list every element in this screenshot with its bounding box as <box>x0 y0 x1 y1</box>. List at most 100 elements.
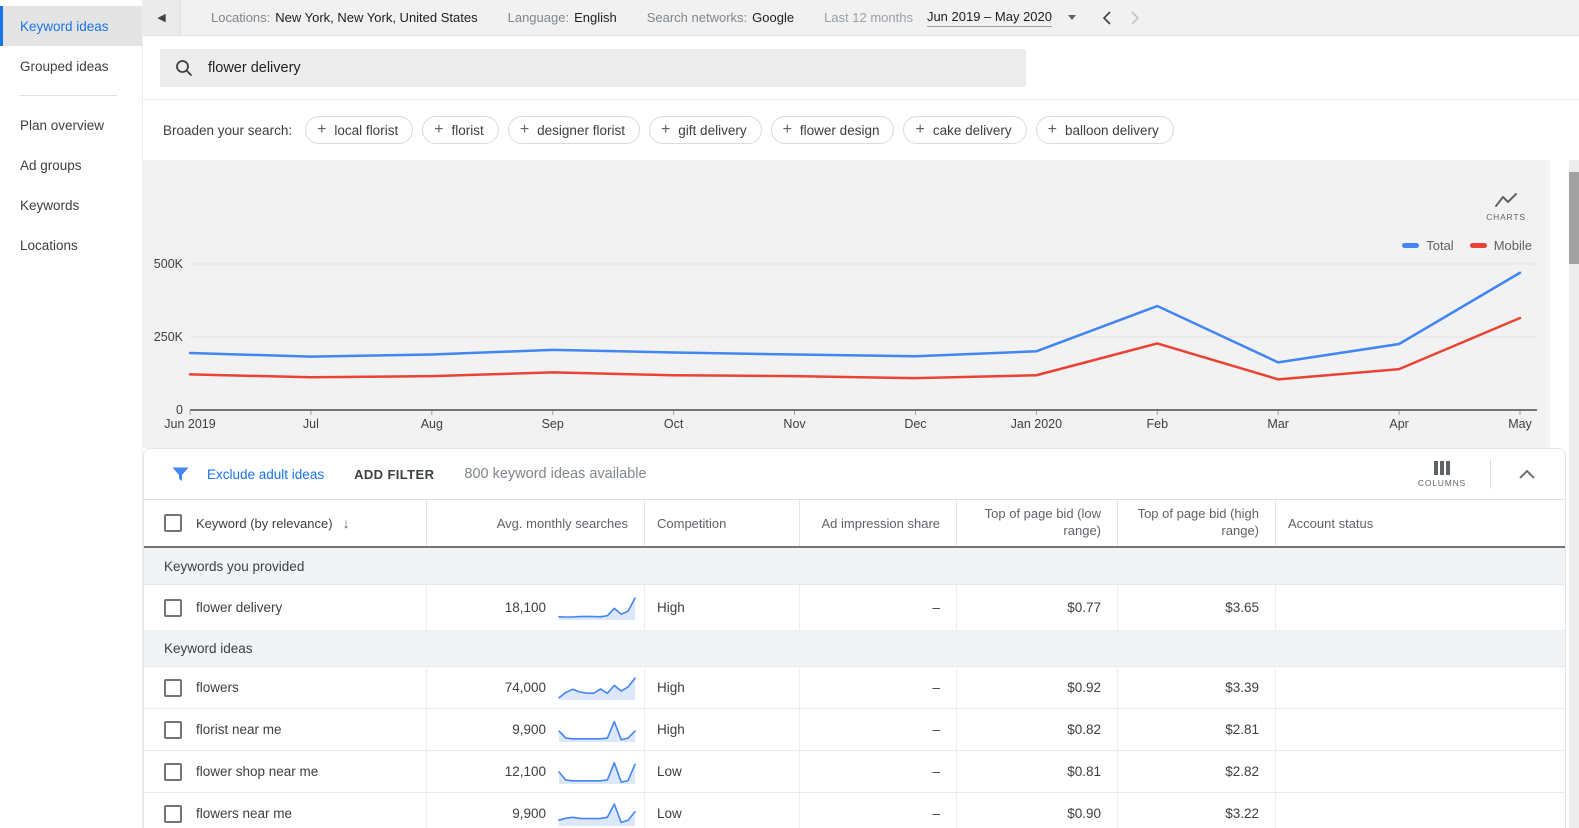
trend-sparkline <box>557 594 637 622</box>
date-range-control: Last 12 months Jun 2019 – May 2020 <box>824 9 1140 27</box>
table-row[interactable]: flowers near me 9,900 Low – $0.90 $3.22 <box>144 793 1565 828</box>
locations-label: Locations: <box>211 10 270 25</box>
trend-sparkline <box>557 758 637 786</box>
columns-icon <box>1433 461 1451 475</box>
sidebar-item-label: Keywords <box>20 198 79 213</box>
row-checkbox[interactable] <box>164 805 182 823</box>
column-header-top-of-page-bid-low[interactable]: Top of page bid (low range) <box>957 500 1118 546</box>
avg-searches-value: 74,000 <box>505 680 546 695</box>
keyword-results-card: Exclude adult ideas ADD FILTER 800 keywo… <box>143 448 1566 828</box>
sidebar-item-label: Grouped ideas <box>20 59 109 74</box>
column-header-keyword[interactable]: Keyword (by relevance) ↓ <box>144 500 427 546</box>
filter-bar: Exclude adult ideas ADD FILTER 800 keywo… <box>144 449 1565 500</box>
row-checkbox[interactable] <box>164 763 182 781</box>
column-header-competition[interactable]: Competition <box>645 500 800 546</box>
sort-descending-icon: ↓ <box>343 515 350 531</box>
keyword-cell: flower shop near me <box>144 751 427 792</box>
svg-text:0: 0 <box>176 403 183 417</box>
section-header-keyword-ideas: Keyword ideas <box>144 631 1565 667</box>
svg-text:250K: 250K <box>154 330 184 344</box>
table-row[interactable]: flower delivery 18,100 High – $0.77 $3.6… <box>144 585 1565 631</box>
previous-period-button[interactable] <box>1102 11 1112 25</box>
ad-impression-share-cell: – <box>800 585 957 630</box>
account-status-cell <box>1276 667 1565 708</box>
plus-icon: + <box>1048 122 1057 138</box>
sidebar-item-locations[interactable]: Locations <box>0 225 142 265</box>
sidebar-item-label: Ad groups <box>20 158 82 173</box>
broaden-chip-local-florist[interactable]: +local florist <box>305 116 413 144</box>
language-label: Language: <box>508 10 569 25</box>
plus-icon: + <box>915 122 924 138</box>
collapse-table-button[interactable] <box>1515 466 1539 483</box>
scrollbar-thumb[interactable] <box>1569 172 1579 264</box>
locations-setting[interactable]: Locations: New York, New York, United St… <box>211 10 478 25</box>
add-filter-button[interactable]: ADD FILTER <box>354 467 434 482</box>
columns-button-label: COLUMNS <box>1418 478 1466 488</box>
plus-icon: + <box>520 122 529 138</box>
back-button[interactable]: ◀ <box>143 0 181 35</box>
chip-label: flower design <box>800 123 880 138</box>
plus-icon: + <box>661 122 670 138</box>
competition-cell: High <box>645 667 800 708</box>
svg-text:500K: 500K <box>154 257 184 271</box>
avg-monthly-searches-cell: 12,100 <box>427 751 645 792</box>
svg-text:May: May <box>1508 417 1532 431</box>
plus-icon: + <box>317 122 326 138</box>
top-of-page-bid-low-cell: $0.77 <box>957 585 1118 630</box>
date-range-dropdown[interactable]: Jun 2019 – May 2020 <box>927 9 1052 27</box>
table-row[interactable]: florist near me 9,900 High – $0.82 $2.81 <box>144 709 1565 751</box>
plus-icon: + <box>434 122 443 138</box>
table-row[interactable]: flowers 74,000 High – $0.92 $3.39 <box>144 667 1565 709</box>
language-setting[interactable]: Language: English <box>508 10 617 25</box>
broaden-chip-flower-design[interactable]: + flower design <box>771 116 895 144</box>
competition-cell: High <box>645 585 800 630</box>
table-row[interactable]: flower shop near me 12,100 Low – $0.81 $… <box>144 751 1565 793</box>
chip-label: florist <box>452 123 484 138</box>
column-header-top-of-page-bid-high[interactable]: Top of page bid (high range) <box>1118 500 1276 546</box>
column-header-label: Top of page bid (low range) <box>975 506 1101 540</box>
sidebar-item-keyword-ideas[interactable]: Keyword ideas <box>0 6 142 46</box>
search-box[interactable] <box>160 49 1026 87</box>
top-of-page-bid-high-cell: $2.81 <box>1118 709 1276 750</box>
sidebar-item-ad-groups[interactable]: Ad groups <box>0 145 142 185</box>
row-checkbox[interactable] <box>164 721 182 739</box>
broaden-search-label: Broaden your search: <box>163 123 292 138</box>
ad-impression-share-cell: – <box>800 667 957 708</box>
avg-monthly-searches-cell: 74,000 <box>427 667 645 708</box>
chip-label: balloon delivery <box>1065 123 1159 138</box>
search-networks-label: Search networks: <box>647 10 747 25</box>
plus-icon: + <box>783 122 792 138</box>
column-header-avg-monthly-searches[interactable]: Avg. monthly searches <box>427 500 645 546</box>
broaden-chip-gift-delivery[interactable]: +gift delivery <box>649 116 762 144</box>
broaden-chip-balloon-delivery[interactable]: + balloon delivery <box>1036 116 1174 144</box>
keyword-planner-screen: Keyword ideas Grouped ideas Plan overvie… <box>0 0 1579 828</box>
chevron-right-icon <box>1130 11 1140 25</box>
vertical-scrollbar[interactable] <box>1569 160 1579 828</box>
broaden-chip-designer-florist[interactable]: +designer florist <box>508 116 640 144</box>
column-header-label: Competition <box>657 516 726 531</box>
exclude-adult-ideas-link[interactable]: Exclude adult ideas <box>207 467 324 482</box>
section-title: Keywords you provided <box>164 559 304 574</box>
columns-button[interactable]: COLUMNS <box>1418 461 1466 488</box>
broaden-chip-florist[interactable]: + florist <box>422 116 499 144</box>
column-header-label: Avg. monthly searches <box>497 516 628 531</box>
search-input[interactable] <box>206 59 910 77</box>
sidebar-item-keywords[interactable]: Keywords <box>0 185 142 225</box>
column-header-ad-impression-share[interactable]: Ad impression share <box>800 500 957 546</box>
row-checkbox[interactable] <box>164 599 182 617</box>
sidebar-item-plan-overview[interactable]: Plan overview <box>0 105 142 145</box>
column-header-account-status[interactable]: Account status <box>1276 500 1565 546</box>
back-arrow-icon: ◀ <box>157 11 165 24</box>
column-header-label: Top of page bid (high range) <box>1133 506 1259 540</box>
broaden-chip-cake-delivery[interactable]: +cake delivery <box>903 116 1026 144</box>
caret-down-icon[interactable] <box>1068 15 1076 20</box>
next-period-button[interactable] <box>1130 11 1140 25</box>
avg-searches-value: 12,100 <box>505 764 546 779</box>
search-networks-value: Google <box>752 10 794 25</box>
column-header-label: Account status <box>1288 516 1373 531</box>
sidebar-item-grouped-ideas[interactable]: Grouped ideas <box>0 46 142 86</box>
search-networks-setting[interactable]: Search networks: Google <box>647 10 794 25</box>
top-of-page-bid-low-cell: $0.82 <box>957 709 1118 750</box>
row-checkbox[interactable] <box>164 679 182 697</box>
select-all-checkbox[interactable] <box>164 514 182 532</box>
